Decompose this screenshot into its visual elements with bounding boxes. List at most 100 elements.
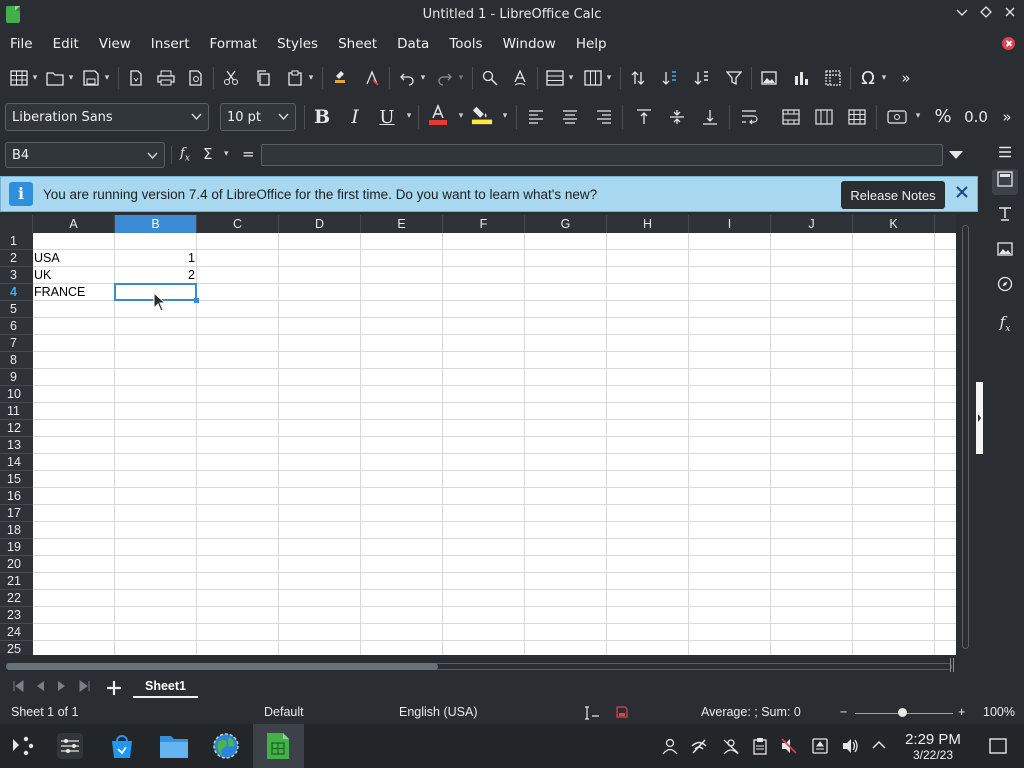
close-document-icon[interactable] (1002, 37, 1015, 50)
merge-cells-icon[interactable] (813, 106, 835, 128)
font-size-combobox[interactable]: 10 pt (220, 103, 296, 131)
italic-icon[interactable]: I (344, 106, 366, 128)
toolbar-overflow-icon[interactable]: » (895, 67, 917, 89)
zoom-slider-thumb[interactable] (898, 708, 907, 717)
menu-tools[interactable]: Tools (439, 30, 492, 58)
find-replace-icon[interactable] (479, 67, 501, 89)
application-launcher-icon[interactable] (10, 734, 34, 762)
menu-format[interactable]: Format (200, 30, 268, 58)
new-spreadsheet-icon[interactable] (8, 67, 30, 89)
undo-dropdown-icon[interactable]: ▾ (418, 73, 428, 83)
row-header-8[interactable]: 8 (0, 352, 33, 369)
save-dropdown-icon[interactable]: ▾ (102, 73, 112, 83)
row-header-16[interactable]: 16 (0, 488, 33, 505)
zoom-in-icon[interactable]: + (958, 705, 965, 719)
toolbar-overflow-icon[interactable]: » (996, 106, 1018, 128)
special-character-icon[interactable]: Ω (857, 67, 879, 89)
file-manager-taskbar-icon[interactable] (159, 732, 189, 764)
column-header-i[interactable]: I (689, 215, 771, 233)
row-header-6[interactable]: 6 (0, 318, 33, 335)
row-header-15[interactable]: 15 (0, 471, 33, 488)
selection-mode-icon[interactable] (584, 706, 600, 723)
cell-b3[interactable]: 2 (116, 267, 195, 284)
expand-formula-bar-icon[interactable] (948, 149, 964, 164)
column-header-h[interactable]: H (607, 215, 689, 233)
zoom-level[interactable]: 100% (983, 705, 1015, 719)
column-header-f[interactable]: F (443, 215, 525, 233)
zoom-out-icon[interactable]: − (840, 705, 847, 719)
formula-input[interactable] (261, 144, 943, 166)
cut-icon[interactable] (220, 67, 242, 89)
row-header-4[interactable]: 4 (0, 284, 33, 301)
menu-insert[interactable]: Insert (141, 30, 200, 58)
cell-b2[interactable]: 1 (116, 250, 195, 267)
cell-a2[interactable]: USA (34, 250, 113, 267)
row-dropdown-icon[interactable]: ▾ (566, 73, 576, 83)
clock-time[interactable]: 2:29 PM (900, 731, 966, 748)
sidebar-menu-icon[interactable] (992, 140, 1018, 166)
menu-help[interactable]: Help (566, 30, 617, 58)
copy-icon[interactable] (252, 67, 274, 89)
column-header-j[interactable]: J (771, 215, 853, 233)
menu-window[interactable]: Window (493, 30, 566, 58)
volume-tray-icon[interactable] (841, 737, 859, 755)
save-icon[interactable] (80, 67, 102, 89)
special-character-dropdown-icon[interactable]: ▾ (879, 73, 889, 83)
redo-icon[interactable] (434, 67, 456, 89)
redo-dropdown-icon[interactable]: ▾ (456, 73, 466, 83)
row-header-3[interactable]: 3 (0, 267, 33, 284)
row-header-13[interactable]: 13 (0, 437, 33, 454)
column-header-d[interactable]: D (279, 215, 361, 233)
storage-devices-tray-icon[interactable] (811, 737, 829, 755)
paste-dropdown-icon[interactable]: ▾ (306, 73, 316, 83)
row-header-18[interactable]: 18 (0, 522, 33, 539)
clock-date[interactable]: 3/22/23 (900, 748, 966, 762)
functions-icon[interactable]: fx (992, 309, 1018, 335)
highlight-color-icon[interactable] (471, 104, 493, 126)
row-header-5[interactable]: 5 (0, 301, 33, 318)
row-header-24[interactable]: 24 (0, 624, 33, 641)
menu-data[interactable]: Data (387, 30, 439, 58)
autofilter-icon[interactable] (723, 67, 745, 89)
close-infobar-icon[interactable] (953, 185, 971, 203)
row-header-2[interactable]: 2 (0, 250, 33, 267)
row-header-23[interactable]: 23 (0, 607, 33, 624)
clipboard-tray-icon[interactable] (751, 737, 769, 755)
document-modified-icon[interactable] (616, 706, 628, 721)
bold-icon[interactable]: B (311, 106, 333, 128)
align-right-icon[interactable] (593, 106, 615, 128)
row-header-12[interactable]: 12 (0, 420, 33, 437)
discover-store-taskbar-icon[interactable] (108, 732, 136, 764)
insert-image-icon[interactable] (758, 67, 780, 89)
menu-styles[interactable]: Styles (267, 30, 328, 58)
add-sheet-icon[interactable] (106, 677, 122, 701)
print-preview-icon[interactable] (185, 67, 207, 89)
first-sheet-icon[interactable] (12, 680, 24, 695)
spelling-icon[interactable] (509, 67, 531, 89)
column-header-c[interactable]: C (197, 215, 279, 233)
system-settings-taskbar-icon[interactable] (56, 732, 84, 764)
menu-sheet[interactable]: Sheet (328, 30, 387, 58)
sum-dropdown-icon[interactable]: ▾ (224, 149, 229, 159)
print-icon[interactable] (155, 67, 177, 89)
column-insert-icon[interactable] (582, 67, 604, 89)
menu-view[interactable]: View (89, 30, 141, 58)
gallery-icon[interactable] (992, 239, 1018, 265)
vertical-scroll-track[interactable] (962, 225, 969, 649)
name-box[interactable]: B4 (5, 142, 165, 168)
align-bottom-icon[interactable] (699, 106, 721, 128)
open-folder-icon[interactable] (44, 67, 66, 89)
paste-icon[interactable] (284, 67, 306, 89)
cell-a4[interactable]: FRANCE (34, 284, 113, 301)
wrap-text-icon[interactable] (739, 106, 761, 128)
menu-file[interactable]: File (0, 30, 43, 58)
previous-sheet-icon[interactable] (35, 680, 45, 695)
currency-format-icon[interactable] (886, 106, 908, 128)
sort-icon[interactable] (627, 67, 649, 89)
font-color-dropdown-icon[interactable]: ▾ (456, 111, 466, 121)
highlight-color-dropdown-icon[interactable]: ▾ (500, 111, 510, 121)
web-browser-taskbar-icon[interactable] (212, 732, 240, 764)
row-header-17[interactable]: 17 (0, 505, 33, 522)
align-top-icon[interactable] (633, 106, 655, 128)
open-dropdown-icon[interactable]: ▾ (66, 73, 76, 83)
